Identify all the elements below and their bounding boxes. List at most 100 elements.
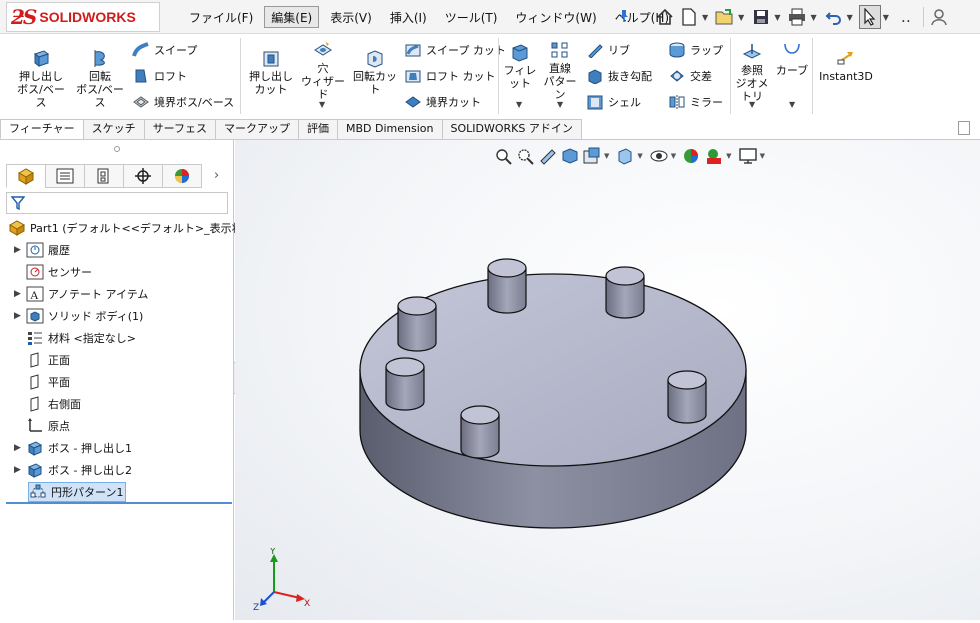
- hide-show-items-icon[interactable]: [649, 147, 669, 165]
- loft-button[interactable]: ロフト: [132, 66, 187, 86]
- tab-mbd-dimension[interactable]: MBD Dimension: [337, 119, 443, 139]
- pin-left-front[interactable]: [385, 357, 425, 411]
- tab-surfaces[interactable]: サーフェス: [143, 119, 217, 139]
- chevron-down-icon[interactable]: ▼: [810, 13, 816, 22]
- view-orientation-icon[interactable]: [615, 147, 635, 165]
- chevron-down-icon[interactable]: ▼: [774, 13, 780, 22]
- graphics-area[interactable]: [235, 140, 980, 620]
- display-manager-tab[interactable]: [162, 164, 202, 188]
- pin-icon[interactable]: [618, 9, 630, 23]
- select-cursor-icon[interactable]: [858, 5, 881, 29]
- tree-item-annotations[interactable]: ▶ A アノテート アイテム: [14, 284, 148, 304]
- tree-item-material[interactable]: 材料 <指定なし>: [26, 328, 136, 348]
- apply-scene-icon[interactable]: [704, 147, 724, 165]
- dynamic-annotation-view-icon[interactable]: [582, 147, 602, 165]
- tab-solidworks-addins[interactable]: SOLIDWORKS アドイン: [441, 119, 582, 139]
- chevron-down-icon[interactable]: ▼: [847, 13, 853, 22]
- save-icon[interactable]: [750, 5, 772, 29]
- revolved-boss-button[interactable]: 回転 ボス/ベース: [72, 48, 128, 109]
- menu-file[interactable]: ファイル(F): [182, 6, 260, 28]
- tab-markup[interactable]: マークアップ: [215, 119, 300, 139]
- extruded-cut-button[interactable]: 押し出し カット: [246, 48, 296, 96]
- reference-geometry-button[interactable]: 参照 ジオメトリ: [732, 42, 772, 103]
- pin-right[interactable]: [667, 370, 707, 424]
- chevron-right-icon[interactable]: ▶: [14, 245, 26, 255]
- tree-item-top-plane[interactable]: 平面: [26, 372, 70, 392]
- home-icon[interactable]: [654, 5, 676, 29]
- tree-item-solid-bodies[interactable]: ▶ ソリッド ボディ(1): [14, 306, 143, 326]
- undo-icon[interactable]: [823, 5, 845, 29]
- draft-button[interactable]: 抜き勾配: [586, 66, 652, 86]
- chevron-right-icon[interactable]: ▶: [14, 443, 26, 453]
- chevron-down-icon[interactable]: ▼: [557, 100, 563, 109]
- boundary-cut-button[interactable]: 境界カット: [404, 92, 481, 112]
- revolved-cut-button[interactable]: 回転カット: [350, 48, 400, 96]
- shell-button[interactable]: シェル: [586, 92, 641, 112]
- curves-button[interactable]: カーブ: [774, 42, 810, 77]
- boundary-boss-button[interactable]: 境界ボス/ベース: [132, 92, 234, 112]
- tab-evaluate[interactable]: 評価: [298, 119, 339, 139]
- new-document-icon[interactable]: [678, 5, 700, 29]
- hole-wizard-button[interactable]: 穴 ウィザード: [300, 40, 346, 101]
- extruded-boss-button[interactable]: 押し出し ボス/ベース: [14, 48, 68, 109]
- menu-window[interactable]: ウィンドウ(W): [508, 6, 603, 28]
- property-manager-tab[interactable]: [45, 164, 85, 188]
- menu-insert[interactable]: 挿入(I): [383, 6, 434, 28]
- rib-button[interactable]: リブ: [586, 40, 630, 60]
- tree-item-right-plane[interactable]: 右側面: [26, 394, 81, 414]
- section-view-icon[interactable]: [560, 147, 580, 165]
- pin-left-back[interactable]: [397, 296, 437, 352]
- chevron-down-icon[interactable]: ▼: [637, 152, 642, 160]
- chevron-down-icon[interactable]: ▼: [604, 152, 609, 160]
- open-folder-icon[interactable]: [714, 5, 736, 29]
- feature-manager-tab[interactable]: [6, 164, 46, 188]
- menu-edit[interactable]: 編集(E): [264, 6, 320, 28]
- wrap-button[interactable]: ラップ: [668, 40, 723, 60]
- chevron-down-icon[interactable]: ▼: [319, 100, 325, 109]
- chevron-right-icon[interactable]: ▶: [14, 311, 26, 321]
- instant3d-button[interactable]: Instant3D: [816, 48, 876, 83]
- panel-grip-icon[interactable]: [114, 146, 120, 152]
- chevron-down-icon[interactable]: ▼: [789, 100, 795, 109]
- chevron-down-icon[interactable]: ▼: [671, 152, 676, 160]
- intersect-button[interactable]: 交差: [668, 66, 712, 86]
- tree-filter[interactable]: [6, 192, 228, 214]
- view-settings-icon[interactable]: [738, 147, 758, 165]
- tree-item-sensors[interactable]: センサー: [26, 262, 92, 282]
- chevron-right-icon[interactable]: ▶: [14, 465, 26, 475]
- tree-item-circular-pattern1[interactable]: 円形パターン1: [28, 482, 127, 502]
- pin-back-right[interactable]: [605, 266, 645, 319]
- tree-item-origin[interactable]: 原点: [26, 416, 70, 436]
- menu-view[interactable]: 表示(V): [323, 6, 379, 28]
- pin-front[interactable]: [460, 405, 500, 459]
- chevron-right-icon[interactable]: ›: [214, 168, 219, 183]
- chevron-down-icon[interactable]: ▼: [883, 13, 889, 22]
- chevron-right-icon[interactable]: ▶: [14, 289, 26, 299]
- more-options-icon[interactable]: ‥: [895, 5, 917, 29]
- chevron-down-icon[interactable]: ▼: [516, 100, 522, 109]
- chevron-down-icon[interactable]: ▼: [738, 13, 744, 22]
- chevron-down-icon[interactable]: ▼: [702, 13, 708, 22]
- chevron-down-icon[interactable]: ▼: [726, 152, 731, 160]
- lofted-cut-button[interactable]: ロフト カット: [404, 66, 496, 86]
- configuration-manager-tab[interactable]: [84, 164, 124, 188]
- tree-item-boss-extrude1[interactable]: ▶ ボス - 押し出し1: [14, 438, 132, 458]
- tab-features[interactable]: フィーチャー: [0, 119, 84, 139]
- solidworks-logo[interactable]: ƻS SOLIDWORKS: [6, 2, 160, 32]
- swept-cut-button[interactable]: スイープ カット: [404, 40, 506, 60]
- tree-item-front-plane[interactable]: 正面: [26, 350, 70, 370]
- user-icon[interactable]: [928, 5, 950, 29]
- pin-back-center[interactable]: [487, 258, 527, 314]
- sweep-button[interactable]: スイープ: [132, 40, 197, 60]
- panel-toggle-icon[interactable]: [958, 121, 970, 135]
- tree-item-history[interactable]: ▶ 履歴: [14, 240, 70, 260]
- chevron-down-icon[interactable]: ▼: [760, 152, 765, 160]
- dimxpert-manager-tab[interactable]: [123, 164, 163, 188]
- edit-appearance-icon[interactable]: [682, 147, 702, 165]
- rollback-bar[interactable]: [6, 502, 232, 504]
- fillet-button[interactable]: フィレット: [502, 42, 538, 90]
- linear-pattern-button[interactable]: 直線 パターン: [540, 40, 580, 101]
- chevron-down-icon[interactable]: ▼: [749, 100, 755, 109]
- previous-view-icon[interactable]: [538, 147, 558, 165]
- tab-sketch[interactable]: スケッチ: [82, 119, 145, 139]
